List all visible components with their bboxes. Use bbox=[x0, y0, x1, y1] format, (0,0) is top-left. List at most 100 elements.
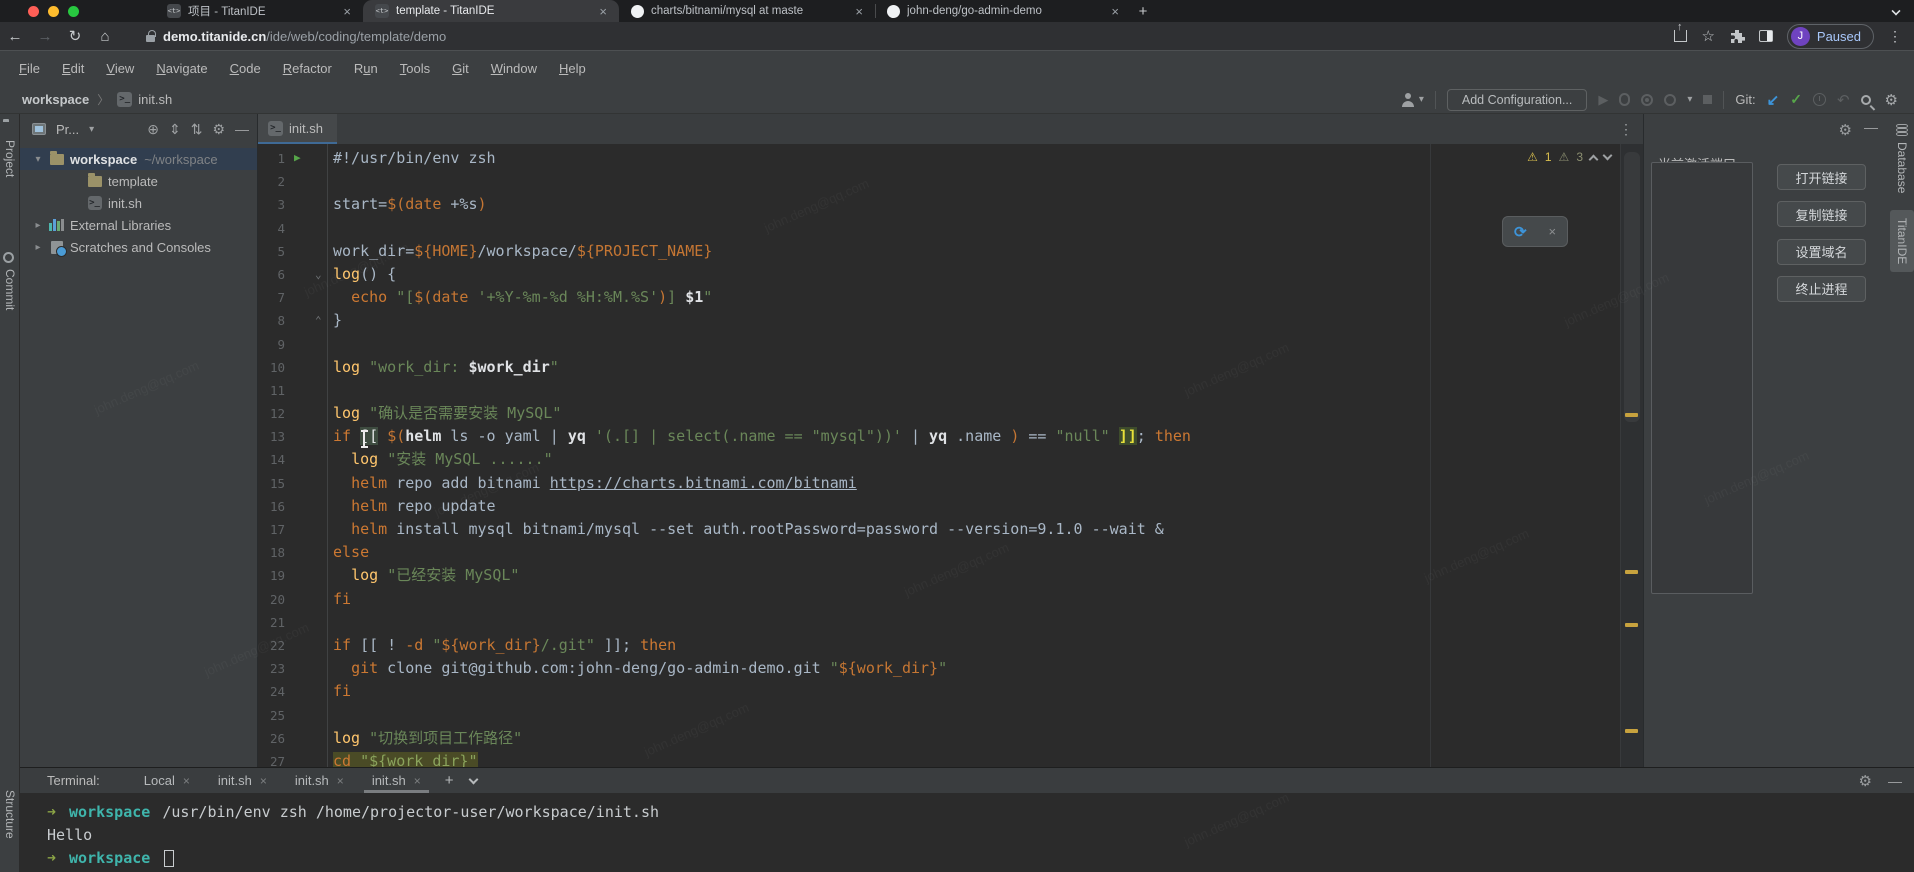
code-with-me-button[interactable]: ▾ bbox=[1401, 93, 1424, 107]
expand-all-icon[interactable]: ⇕ bbox=[169, 121, 181, 138]
maximize-window-icon[interactable] bbox=[68, 6, 79, 17]
editor-body[interactable]: 1▶23456⌄78⌃91011121314151617181920212223… bbox=[258, 144, 1643, 767]
run-more-chevron-icon[interactable]: ▾ bbox=[1687, 94, 1692, 105]
browser-tab[interactable]: charts/bitnami/mysql at maste× bbox=[619, 0, 875, 22]
tab-close-icon[interactable]: × bbox=[183, 774, 190, 788]
tab-close-icon[interactable]: × bbox=[853, 4, 865, 19]
minimize-window-icon[interactable] bbox=[48, 6, 59, 17]
side-panel-icon[interactable] bbox=[1759, 30, 1773, 42]
profile-pill[interactable]: J Paused bbox=[1787, 24, 1874, 49]
address-bar[interactable]: demo.titanide.cn/ide/web/coding/template… bbox=[163, 29, 446, 44]
terminal-tab-local[interactable]: Local× bbox=[130, 768, 204, 793]
code-link[interactable]: https://charts.bitnami.com/bitnami bbox=[550, 474, 857, 492]
browser-menu-kebab-icon[interactable]: ⋮ bbox=[1888, 28, 1902, 45]
next-warning-chevron-icon[interactable] bbox=[1603, 151, 1613, 161]
terminate-process-button[interactable]: 终止进程 bbox=[1777, 276, 1866, 302]
open-link-button[interactable]: 打开链接 bbox=[1777, 164, 1866, 190]
commit-tool-icon[interactable] bbox=[3, 252, 14, 263]
tab-close-icon[interactable]: × bbox=[341, 4, 353, 19]
reload-button[interactable]: ↻ bbox=[60, 27, 90, 45]
tool-tab-project[interactable]: Project bbox=[3, 140, 17, 177]
debug-bug-icon[interactable] bbox=[1619, 93, 1630, 106]
menu-view[interactable]: View bbox=[97, 58, 143, 79]
warning-stripe-mark[interactable] bbox=[1625, 570, 1638, 574]
browser-tab[interactable]: <t>项目 - TitanIDE× bbox=[155, 0, 363, 22]
add-configuration-button[interactable]: Add Configuration... bbox=[1447, 89, 1588, 111]
menu-help[interactable]: Help bbox=[550, 58, 595, 79]
menu-file[interactable]: File bbox=[10, 58, 49, 79]
bookmark-star-icon[interactable]: ☆ bbox=[1701, 27, 1714, 45]
terminal-output[interactable]: ➜workspace/usr/bin/env zsh /home/project… bbox=[20, 793, 1914, 870]
close-icon[interactable]: × bbox=[1548, 224, 1556, 239]
search-everywhere-icon[interactable] bbox=[1861, 95, 1871, 105]
tab-close-icon[interactable]: × bbox=[597, 4, 609, 19]
terminal-tab-init-sh[interactable]: init.sh× bbox=[204, 768, 281, 793]
tree-item-workspace[interactable]: ▾workspace~/workspace bbox=[20, 148, 257, 170]
terminal-tab-init-sh[interactable]: init.sh× bbox=[358, 768, 435, 793]
panel-settings-gear-icon[interactable]: ⚙ bbox=[212, 121, 225, 138]
hide-panel-icon[interactable]: — bbox=[235, 121, 249, 137]
coverage-icon[interactable] bbox=[1664, 94, 1676, 106]
tree-item-external-libraries[interactable]: ▸External Libraries bbox=[20, 214, 257, 236]
close-window-icon[interactable] bbox=[28, 6, 39, 17]
tree-item-scratches-and-consoles[interactable]: ▸Scratches and Consoles bbox=[20, 236, 257, 258]
set-domain-button[interactable]: 设置域名 bbox=[1777, 239, 1866, 265]
tab-search-chevron-icon[interactable] bbox=[1891, 6, 1900, 15]
fold-open-icon[interactable]: ⌄ bbox=[315, 263, 322, 286]
project-view-selector[interactable]: Pr... bbox=[56, 122, 79, 137]
window-controls[interactable] bbox=[28, 6, 79, 17]
stop-button[interactable] bbox=[1703, 95, 1712, 104]
tab-close-icon[interactable]: × bbox=[260, 774, 267, 788]
home-button[interactable]: ⌂ bbox=[90, 28, 120, 45]
git-commit-check-icon[interactable]: ✓ bbox=[1790, 91, 1802, 108]
browser-tab[interactable]: <t>template - TitanIDE× bbox=[363, 0, 619, 22]
previous-warning-chevron-icon[interactable] bbox=[1589, 154, 1599, 164]
warning-stripe-mark[interactable] bbox=[1625, 623, 1638, 627]
menu-navigate[interactable]: Navigate bbox=[147, 58, 216, 79]
menu-refactor[interactable]: Refactor bbox=[274, 58, 341, 79]
run-line-icon[interactable]: ▶ bbox=[294, 151, 301, 165]
tab-close-icon[interactable]: × bbox=[1109, 4, 1121, 19]
copy-link-button[interactable]: 复制链接 bbox=[1777, 201, 1866, 227]
terminal-tabs-chevron-icon[interactable] bbox=[468, 774, 478, 784]
settings-gear-icon[interactable]: ⚙ bbox=[1885, 91, 1898, 109]
share-icon[interactable] bbox=[1674, 30, 1687, 42]
editor-tab-init-sh[interactable]: >_ init.sh bbox=[258, 114, 337, 144]
inspections-widget[interactable]: ⚠ 1 ⚠ 3 bbox=[1527, 150, 1611, 164]
back-button[interactable]: ← bbox=[0, 28, 30, 45]
forward-button[interactable]: → bbox=[30, 28, 60, 45]
lock-icon[interactable] bbox=[146, 35, 155, 42]
menu-edit[interactable]: Edit bbox=[53, 58, 93, 79]
panel-settings-gear-icon[interactable]: ⚙ bbox=[1839, 121, 1852, 139]
history-clock-icon[interactable] bbox=[1813, 93, 1826, 106]
tab-close-icon[interactable]: × bbox=[414, 774, 421, 788]
tree-item-template[interactable]: template bbox=[20, 170, 257, 192]
fold-close-icon[interactable]: ⌃ bbox=[315, 309, 322, 332]
terminal-tab-init-sh[interactable]: init.sh× bbox=[281, 768, 358, 793]
tree-item-init-sh[interactable]: >_init.sh bbox=[20, 192, 257, 214]
terminal-settings-gear-icon[interactable]: ⚙ bbox=[1859, 772, 1872, 790]
new-tab-button[interactable]: + bbox=[1131, 0, 1155, 22]
profile-icon[interactable] bbox=[1641, 94, 1653, 106]
chevron-down-icon[interactable]: ▾ bbox=[28, 154, 48, 165]
breadcrumb-file[interactable]: init.sh bbox=[138, 92, 172, 107]
scrollbar-thumb[interactable] bbox=[1624, 152, 1640, 422]
tab-close-icon[interactable]: × bbox=[337, 774, 344, 788]
editor-scrollbar-stripe[interactable] bbox=[1620, 144, 1643, 767]
tool-tab-database[interactable]: Database bbox=[1890, 124, 1914, 193]
browser-tab[interactable]: john-deng/go-admin-demo× bbox=[875, 0, 1131, 22]
breadcrumb-root[interactable]: workspace bbox=[22, 92, 89, 107]
refresh-icon[interactable]: ⟳ bbox=[1514, 223, 1527, 241]
hide-terminal-icon[interactable]: — bbox=[1888, 773, 1902, 789]
warning-stripe-mark[interactable] bbox=[1625, 729, 1638, 733]
chevron-right-icon[interactable]: ▸ bbox=[28, 220, 48, 231]
menu-window[interactable]: Window bbox=[482, 58, 546, 79]
menu-code[interactable]: Code bbox=[221, 58, 270, 79]
active-ports-list[interactable] bbox=[1651, 162, 1753, 594]
new-terminal-tab-button[interactable]: + bbox=[435, 772, 464, 789]
menu-run[interactable]: Run bbox=[345, 58, 387, 79]
extensions-puzzle-icon[interactable] bbox=[1729, 28, 1745, 44]
menu-git[interactable]: Git bbox=[443, 58, 478, 79]
tool-tab-commit[interactable]: Commit bbox=[3, 269, 17, 310]
tool-tab-titanide[interactable]: TitanIDE bbox=[1890, 210, 1914, 272]
